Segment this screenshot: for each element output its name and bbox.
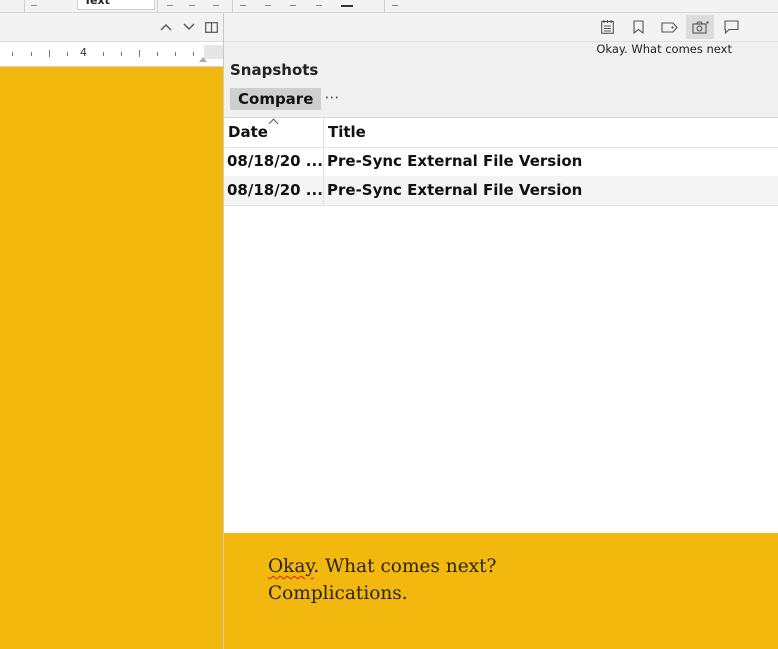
list-icon[interactable] [392,0,398,6]
notes-line1-rest: . What comes next? [313,556,497,577]
inspector-toolbar [224,13,778,42]
ruler-tick [103,52,104,56]
chevron-up-icon[interactable] [157,18,175,36]
ruler-tick [67,52,68,56]
ruler-number: 4 [80,46,87,59]
ruler-tick [157,52,158,56]
column-header-date-label: Date [228,123,268,141]
misspelled-word[interactable]: Okay [268,556,313,577]
align-justify-icon[interactable] [316,0,322,6]
sort-ascending-icon [268,118,279,129]
comment-icon[interactable] [717,15,745,39]
play-icon[interactable] [31,0,37,6]
snapshot-date: 08/18/20 ... [224,176,324,205]
notes-text: Okay. What comes next? Complications. [268,553,496,607]
align-center-icon[interactable] [265,0,271,6]
bookmark-icon[interactable] [624,15,652,39]
table-row[interactable]: 08/18/20 ... Pre-Sync External File Vers… [224,176,778,206]
column-header-title[interactable]: Title [324,118,778,147]
column-header-date[interactable]: Date [224,118,324,147]
snapshot-icon[interactable] [686,15,714,39]
ruler-tick [175,52,176,56]
snapshots-table: Date Title 08/18/20 ... Pre-Sync Externa… [224,117,778,534]
right-indent-marker[interactable] [199,57,207,62]
italic-icon[interactable] [189,0,195,6]
document-editor[interactable] [0,67,223,649]
compare-button[interactable]: Compare [230,88,322,110]
split-view-icon[interactable] [202,18,220,36]
snapshot-title: Pre-Sync External File Version [327,181,583,199]
chevron-down-icon[interactable] [180,18,198,36]
bold-icon[interactable] [167,0,173,6]
align-left-icon[interactable] [240,0,246,6]
align-right-icon[interactable] [290,0,296,6]
ruler-tick [139,50,140,57]
editor-pane: 4 [0,13,223,649]
notes-editor[interactable]: Okay. What comes next? Complications. [224,533,778,649]
format-toolbar: Text [0,0,778,13]
ruler-tick [49,50,50,57]
editor-header [0,13,223,42]
toolbar-separator [232,0,233,12]
inspector-pane: Okay. What comes next Snapshots Compare … [224,13,778,534]
underline-icon[interactable] [213,0,219,6]
notes-icon[interactable] [593,15,621,39]
toolbar-separator [157,0,158,12]
ruler-tick [193,52,194,56]
table-row[interactable]: 08/18/20 ... Pre-Sync External File Vers… [224,147,778,177]
ruler[interactable]: 4 [0,42,223,67]
notes-line2: Complications. [268,583,408,604]
tag-icon[interactable] [655,15,683,39]
table-header: Date Title [224,118,778,148]
snapshot-title: Pre-Sync External File Version [327,152,583,170]
ruler-tick [31,52,32,56]
toolbar-separator [384,0,385,12]
snapshots-heading: Snapshots [230,61,319,79]
font-style-select[interactable]: Text [77,0,155,10]
snapshot-date: 08/18/20 ... [224,147,324,176]
document-title: Okay. What comes next [596,42,732,56]
ruler-tick [12,52,13,56]
highlight-color-icon[interactable] [341,0,353,7]
ruler-tick [121,52,122,56]
toolbar-separator [24,0,25,12]
more-options-button[interactable]: ⋯ [323,88,341,110]
